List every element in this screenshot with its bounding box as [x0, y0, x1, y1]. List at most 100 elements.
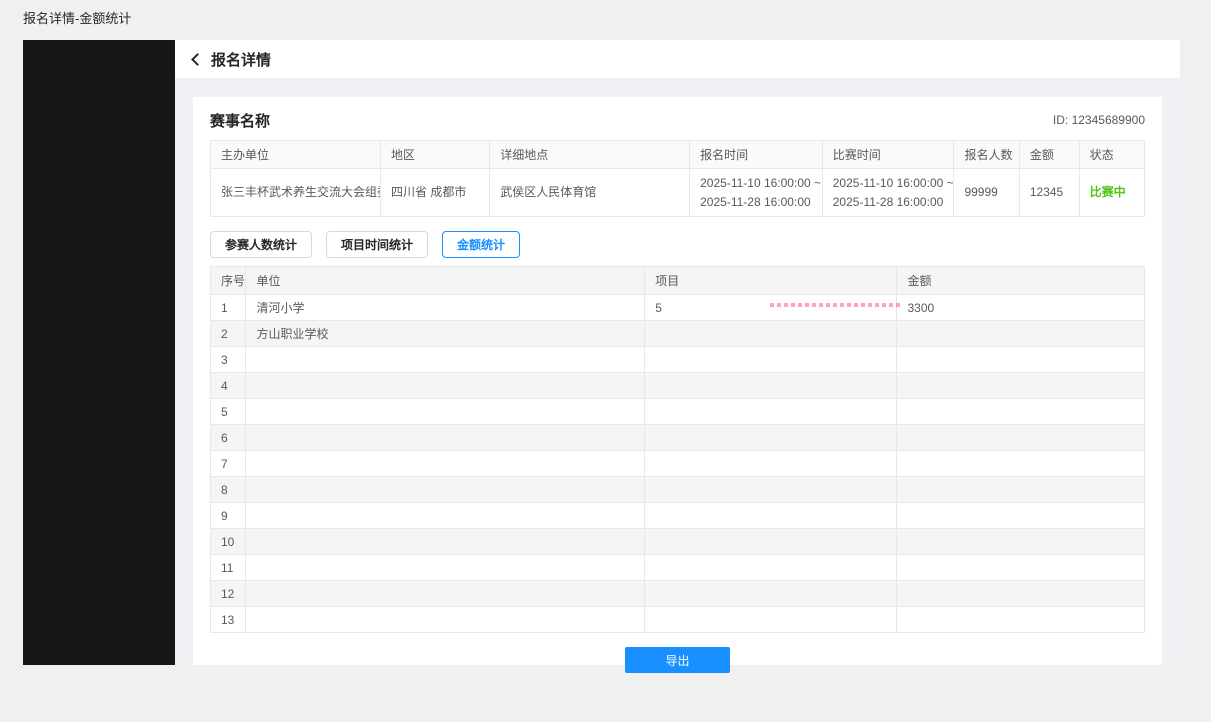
- tab-button-3[interactable]: 金额统计: [442, 231, 520, 258]
- event-cell-line: 2025-11-28 16:00:00: [700, 193, 812, 212]
- table-row: 5: [211, 399, 1145, 425]
- stats-table-header: 单位: [246, 267, 645, 295]
- tab-button-2[interactable]: 项目时间统计: [326, 231, 428, 258]
- stats-table-cell: 5: [211, 399, 246, 425]
- stats-table-cell: [645, 581, 897, 607]
- event-table-cell: 四川省 成都市: [380, 169, 489, 217]
- event-table-header: 状态: [1079, 141, 1144, 169]
- event-card-header: 赛事名称 ID: 12345689900: [210, 110, 1145, 130]
- event-table-cell: 比赛中: [1079, 169, 1144, 217]
- topbar: 报名详情: [175, 40, 1180, 78]
- event-table-header: 报名时间: [690, 141, 823, 169]
- sidebar: [23, 40, 175, 665]
- stats-table-cell: [645, 555, 897, 581]
- event-table-cell: 12345: [1019, 169, 1079, 217]
- stats-table-cell: [645, 321, 897, 347]
- stats-table-cell: [246, 529, 645, 555]
- event-table-header: 报名人数: [954, 141, 1019, 169]
- stats-table-cell: 9: [211, 503, 246, 529]
- stats-table-cell: [246, 399, 645, 425]
- stats-table-cell: [645, 503, 897, 529]
- stats-table: 序号单位项目金额 1清河小学533002方山职业学校34567891011121…: [210, 266, 1145, 633]
- stats-table-cell: 10: [211, 529, 246, 555]
- table-row: 11: [211, 555, 1145, 581]
- table-row: 4: [211, 373, 1145, 399]
- event-cell-line: 12345: [1030, 183, 1069, 202]
- stats-table-cell: [897, 581, 1145, 607]
- event-section-title: 赛事名称: [210, 110, 270, 131]
- event-cell-line: 2025-11-10 16:00:00 ~: [833, 174, 944, 193]
- stats-table-cell: [897, 425, 1145, 451]
- stats-table-cell: 12: [211, 581, 246, 607]
- stats-table-cell: [897, 555, 1145, 581]
- event-table-cell: 99999: [954, 169, 1019, 217]
- stats-table-cell: 11: [211, 555, 246, 581]
- stats-table-cell: [246, 373, 645, 399]
- page-title: 报名详情-金额统计: [23, 8, 131, 27]
- event-info-table: 主办单位地区详细地点报名时间比赛时间报名人数金额状态 张三丰杯武术养生交流大会组…: [210, 140, 1145, 217]
- table-row: 3: [211, 347, 1145, 373]
- stats-table-cell: [897, 477, 1145, 503]
- table-row: 8: [211, 477, 1145, 503]
- stats-table-cell: [645, 425, 897, 451]
- stats-table-cell: [246, 425, 645, 451]
- stats-table-cell: [897, 529, 1145, 555]
- stats-table-cell: [897, 399, 1145, 425]
- stats-table-cell: [897, 347, 1145, 373]
- table-row: 2方山职业学校: [211, 321, 1145, 347]
- event-table-header: 主办单位: [211, 141, 381, 169]
- stats-table-cell: [897, 451, 1145, 477]
- stats-table-cell: [246, 477, 645, 503]
- stats-table-header: 金额: [897, 267, 1145, 295]
- stats-table-cell: [897, 607, 1145, 633]
- stats-table-cell: 4: [211, 373, 246, 399]
- table-row: 12: [211, 581, 1145, 607]
- status-badge: 比赛中: [1090, 183, 1134, 202]
- stats-table-cell: [246, 555, 645, 581]
- stats-table-cell: [645, 451, 897, 477]
- stats-table-cell: [645, 399, 897, 425]
- stats-table-cell: [645, 477, 897, 503]
- event-table-cell: 张三丰杯武术养生交流大会组委会: [211, 169, 381, 217]
- stats-table-header: 序号: [211, 267, 246, 295]
- stats-table-cell: [897, 321, 1145, 347]
- stats-table-cell: 1: [211, 295, 246, 321]
- stats-table-header-row: 序号单位项目金额: [211, 267, 1145, 295]
- stats-table-cell: [246, 451, 645, 477]
- stats-table-cell: 3: [211, 347, 246, 373]
- table-row: 7: [211, 451, 1145, 477]
- stats-table-cell: 7: [211, 451, 246, 477]
- event-table-header: 详细地点: [490, 141, 690, 169]
- table-row: 6: [211, 425, 1145, 451]
- stats-table-cell: [897, 503, 1145, 529]
- event-table-header: 比赛时间: [822, 141, 954, 169]
- event-cell-line: 2025-11-28 16:00:00: [833, 193, 944, 212]
- event-cell-line: 张三丰杯武术养生交流大会组委会: [221, 183, 370, 202]
- stats-table-cell: 2: [211, 321, 246, 347]
- stats-table-cell: [246, 581, 645, 607]
- event-id: ID: 12345689900: [1053, 113, 1145, 127]
- stats-table-cell: 方山职业学校: [246, 321, 645, 347]
- event-table-header: 地区: [380, 141, 489, 169]
- stats-table-cell: [246, 347, 645, 373]
- table-row: 13: [211, 607, 1145, 633]
- event-cell-line: 2025-11-10 16:00:00 ~: [700, 174, 812, 193]
- stats-table-cell: [645, 373, 897, 399]
- event-table-cell: 武侯区人民体育馆: [490, 169, 690, 217]
- event-table-cell: 2025-11-10 16:00:00 ~2025-11-28 16:00:00: [822, 169, 954, 217]
- event-table-data-row: 张三丰杯武术养生交流大会组委会四川省 成都市武侯区人民体育馆 2025-11-10…: [211, 169, 1145, 217]
- back-button[interactable]: 报名详情: [193, 49, 271, 70]
- table-row: 1清河小学53300: [211, 295, 1145, 321]
- event-table-header-row: 主办单位地区详细地点报名时间比赛时间报名人数金额状态: [211, 141, 1145, 169]
- stats-table-cell: 5: [645, 295, 897, 321]
- stats-table-cell: [645, 607, 897, 633]
- app-window: 报名详情 赛事名称 ID: 12345689900 主办单位地区详细地点报名时间…: [23, 40, 1180, 665]
- stats-table-cell: 6: [211, 425, 246, 451]
- stats-table-cell: [246, 503, 645, 529]
- export-button[interactable]: 导出: [625, 647, 730, 673]
- table-row: 9: [211, 503, 1145, 529]
- stats-table-cell: 13: [211, 607, 246, 633]
- stats-table-cell: 清河小学: [246, 295, 645, 321]
- tab-button-1[interactable]: 参赛人数统计: [210, 231, 312, 258]
- event-cell-line: 武侯区人民体育馆: [500, 183, 679, 202]
